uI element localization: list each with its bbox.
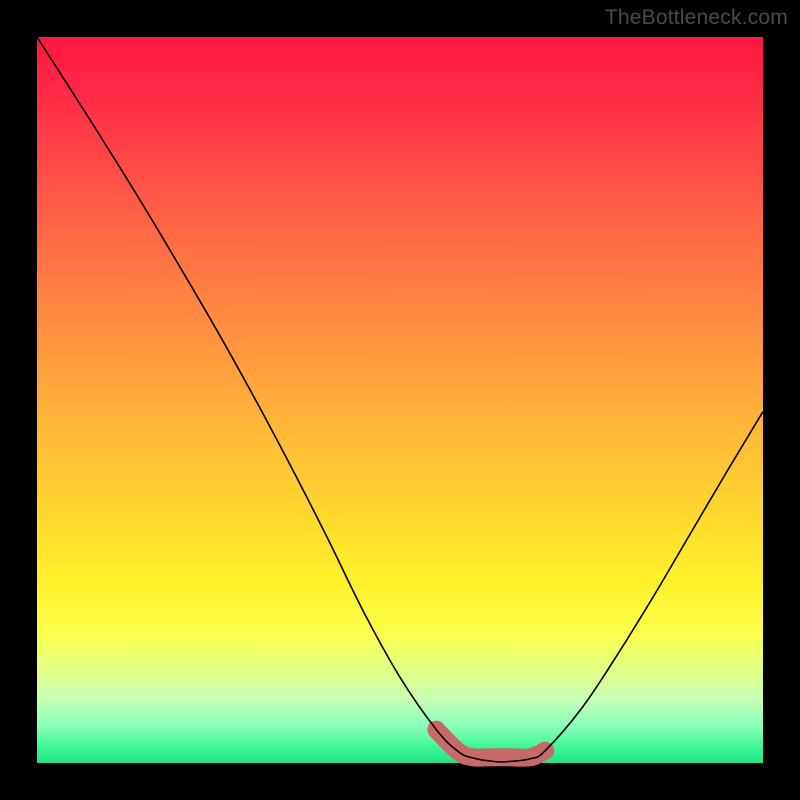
chart-svg [37,37,763,763]
optimal-range-band [436,730,545,758]
plot-area [37,37,763,763]
attribution-label: TheBottleneck.com [605,6,788,30]
chart-frame: TheBottleneck.com [0,0,800,800]
bottleneck-curve [37,37,763,762]
